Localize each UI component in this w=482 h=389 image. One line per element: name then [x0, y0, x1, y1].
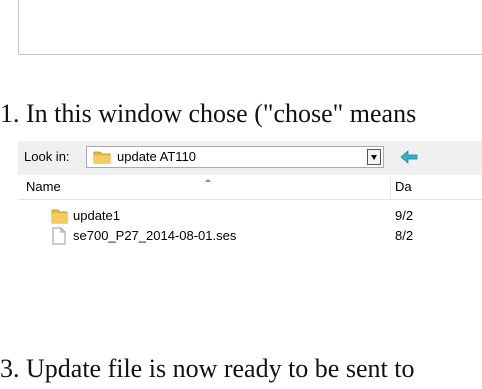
back-arrow-icon[interactable]	[400, 147, 418, 167]
file-date: 8/2	[395, 228, 414, 243]
step-2-instruction: 1. In this window chose ("chose" means	[0, 99, 417, 128]
previous-dialog-frame	[18, 0, 482, 55]
column-separator[interactable]	[390, 177, 391, 199]
file-icon	[52, 227, 66, 245]
file-date: 9/2	[395, 208, 414, 223]
look-in-bar: Look in: update AT110	[18, 146, 482, 170]
name-column-header[interactable]: Name	[26, 179, 61, 194]
file-list[interactable]: Name Da update1 9/2 se700_P27_2014-08-01…	[18, 175, 482, 303]
file-name: update1	[73, 208, 120, 223]
dropdown-arrow-button[interactable]	[367, 149, 381, 165]
folder-icon	[51, 209, 68, 224]
look-in-dropdown[interactable]: update AT110	[86, 146, 384, 168]
column-header-row: Name Da	[18, 175, 482, 200]
step-3-instruction: 3. Update file is now ready to be sent t…	[0, 354, 415, 383]
file-open-dialog: Look in: update AT110 Name Da update1 9/…	[18, 141, 482, 303]
list-item[interactable]: se700_P27_2014-08-01.ses 8/2	[18, 226, 482, 246]
list-item[interactable]: update1 9/2	[18, 206, 482, 226]
folder-icon	[93, 151, 111, 164]
look-in-label: Look in:	[24, 149, 70, 164]
sort-ascending-icon	[205, 179, 211, 182]
current-folder-name: update AT110	[117, 149, 197, 164]
date-column-header[interactable]: Da	[395, 179, 412, 194]
file-name: se700_P27_2014-08-01.ses	[73, 228, 237, 243]
